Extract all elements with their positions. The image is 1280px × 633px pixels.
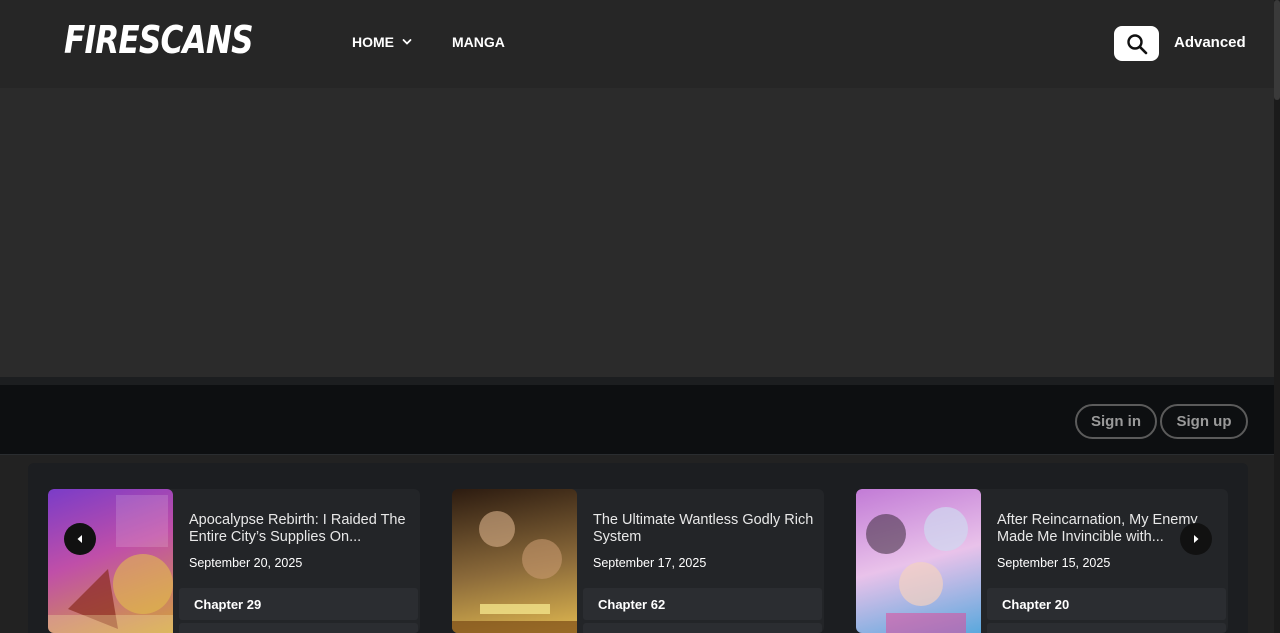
slider-card[interactable]: After Reincarnation, My Enemy Made Me In… — [856, 489, 1228, 633]
nav-home[interactable]: HOME — [352, 34, 412, 50]
cover-art — [866, 507, 968, 633]
slider-card[interactable]: The Ultimate Wantless Godly Rich System … — [452, 489, 824, 633]
site-header: FIRESCANS HOME MANGA Advanced — [0, 0, 1274, 88]
manga-cover[interactable] — [856, 489, 981, 633]
card-title[interactable]: Apocalypse Rebirth: I Raided The Entire … — [189, 512, 414, 546]
scrollbar-thumb[interactable] — [1274, 0, 1280, 100]
chapter-link[interactable]: Chapter 62 — [583, 588, 822, 620]
nav-home-label: HOME — [352, 34, 394, 50]
chapter-link-secondary[interactable] — [179, 623, 418, 633]
chapter-link[interactable]: Chapter 20 — [987, 588, 1226, 620]
card-title[interactable]: The Ultimate Wantless Godly Rich System — [593, 512, 818, 546]
sign-up-button[interactable]: Sign up — [1160, 404, 1248, 439]
search-button[interactable] — [1114, 26, 1159, 61]
chapter-link-secondary[interactable] — [583, 623, 822, 633]
slider-prev-button[interactable] — [64, 523, 96, 555]
chapter-link[interactable]: Chapter 29 — [179, 588, 418, 620]
auth-bar: Sign in Sign up — [0, 385, 1274, 455]
advanced-search-link[interactable]: Advanced — [1174, 34, 1246, 51]
chevron-down-icon — [402, 39, 412, 45]
manga-cover[interactable] — [452, 489, 577, 633]
card-date: September 15, 2025 — [997, 556, 1111, 570]
card-date: September 20, 2025 — [189, 556, 303, 570]
sign-in-button[interactable]: Sign in — [1075, 404, 1157, 439]
hero-banner-area — [0, 88, 1274, 377]
main-nav: HOME MANGA — [352, 34, 505, 50]
search-icon — [1126, 33, 1147, 54]
section-divider — [0, 377, 1274, 385]
site-logo[interactable]: FIRESCANS — [64, 18, 254, 62]
cover-art — [452, 511, 577, 633]
cover-art — [48, 495, 173, 633]
slider-card[interactable]: Apocalypse Rebirth: I Raided The Entire … — [48, 489, 420, 633]
chevron-right-icon — [1194, 535, 1199, 543]
card-date: September 17, 2025 — [593, 556, 707, 570]
nav-manga-label: MANGA — [452, 34, 505, 50]
manga-cover[interactable] — [48, 489, 173, 633]
chapter-link-secondary[interactable] — [987, 623, 1226, 633]
slider-next-button[interactable] — [1180, 523, 1212, 555]
nav-manga[interactable]: MANGA — [452, 34, 505, 50]
chevron-left-icon — [77, 535, 82, 543]
